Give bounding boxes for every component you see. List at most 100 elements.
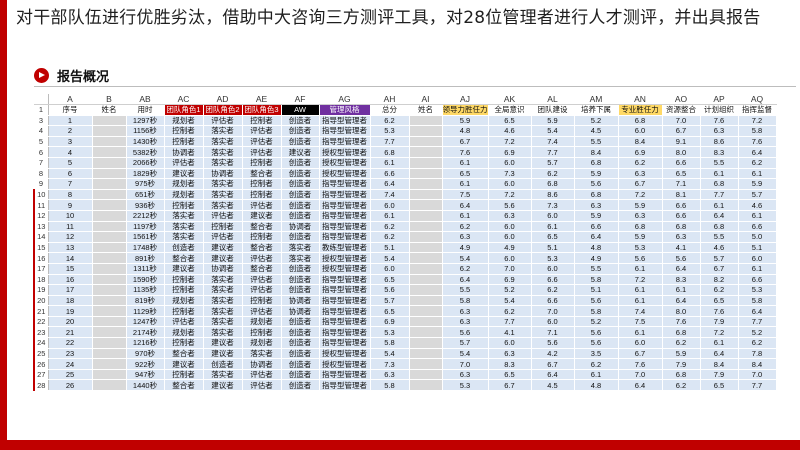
score-cell[interactable]: 7.2: [737, 114, 777, 127]
total-score-cell[interactable]: 5.7: [369, 294, 410, 307]
score-cell[interactable]: 7.6: [699, 305, 739, 317]
score-cell[interactable]: 5.4: [441, 347, 489, 360]
role2-cell[interactable]: 落实者: [202, 305, 243, 317]
score-cell[interactable]: 5.5: [573, 262, 619, 275]
name2-cell[interactable]: [408, 178, 443, 190]
score-cell[interactable]: 6.2: [737, 337, 777, 349]
serial-cell[interactable]: 23: [47, 347, 93, 360]
column-letter[interactable]: AI: [408, 94, 443, 105]
score-cell[interactable]: 6.7: [617, 178, 663, 190]
score-cell[interactable]: 5.6: [530, 337, 575, 349]
score-cell[interactable]: 5.6: [617, 252, 663, 264]
role3-cell[interactable]: 控制者: [241, 294, 282, 307]
time-cell[interactable]: 1247秒: [125, 315, 165, 328]
aw-cell[interactable]: 创造者: [280, 231, 320, 243]
score-cell[interactable]: 4.9: [487, 241, 532, 254]
score-cell[interactable]: 6.1: [617, 326, 663, 339]
score-cell[interactable]: 8.0: [661, 146, 701, 158]
score-cell[interactable]: 5.9: [617, 199, 663, 211]
total-score-cell[interactable]: 6.5: [369, 305, 410, 317]
name2-cell[interactable]: [408, 125, 443, 137]
name-cell[interactable]: [91, 188, 127, 201]
score-cell[interactable]: 6.7: [530, 358, 575, 370]
score-cell[interactable]: 7.0: [530, 305, 575, 317]
serial-cell[interactable]: 7: [47, 178, 93, 190]
name2-cell[interactable]: [408, 358, 443, 370]
score-cell[interactable]: 6.3: [441, 368, 489, 381]
name2-cell[interactable]: [408, 156, 443, 169]
total-score-cell[interactable]: 6.2: [369, 114, 410, 127]
name-cell[interactable]: [91, 231, 127, 243]
score-cell[interactable]: 8.6: [699, 135, 739, 148]
row-number[interactable]: 3: [33, 114, 49, 127]
aw-cell[interactable]: 创造者: [280, 368, 320, 381]
name2-cell[interactable]: [408, 146, 443, 158]
serial-cell[interactable]: 5: [47, 156, 93, 169]
score-cell[interactable]: 6.7: [441, 135, 489, 148]
role2-cell[interactable]: 落实者: [202, 135, 243, 148]
style-cell[interactable]: 授权型管理者: [318, 156, 371, 169]
total-score-cell[interactable]: 6.2: [369, 220, 410, 233]
role1-cell[interactable]: 落实者: [163, 209, 204, 222]
total-score-cell[interactable]: 6.3: [369, 368, 410, 381]
aw-cell[interactable]: 创造者: [280, 284, 320, 296]
score-cell[interactable]: 7.4: [530, 135, 575, 148]
serial-cell[interactable]: 4: [47, 146, 93, 158]
role1-cell[interactable]: 建议者: [163, 262, 204, 275]
score-cell[interactable]: 8.3: [661, 273, 701, 286]
serial-cell[interactable]: 9: [47, 199, 93, 211]
serial-cell[interactable]: 13: [47, 241, 93, 254]
role1-cell[interactable]: 评估者: [163, 315, 204, 328]
score-cell[interactable]: 7.6: [617, 358, 663, 370]
aw-cell[interactable]: 协调者: [280, 305, 320, 317]
role2-cell[interactable]: 落实者: [202, 368, 243, 381]
total-score-cell[interactable]: 5.3: [369, 326, 410, 339]
score-cell[interactable]: 6.3: [661, 231, 701, 243]
aw-cell[interactable]: 创造者: [280, 209, 320, 222]
time-cell[interactable]: 1156秒: [125, 125, 165, 137]
score-cell[interactable]: 6.4: [617, 379, 663, 392]
score-cell[interactable]: 7.0: [661, 114, 701, 127]
row-number[interactable]: 21: [33, 305, 49, 317]
role1-cell[interactable]: 落实者: [163, 220, 204, 233]
score-cell[interactable]: 5.9: [530, 114, 575, 127]
score-cell[interactable]: 4.6: [699, 241, 739, 254]
time-cell[interactable]: 1216秒: [125, 337, 165, 349]
total-score-cell[interactable]: 6.8: [369, 146, 410, 158]
role3-cell[interactable]: 评估者: [241, 368, 282, 381]
score-cell[interactable]: 5.8: [573, 273, 619, 286]
score-cell[interactable]: 7.2: [487, 135, 532, 148]
total-score-cell[interactable]: 5.1: [369, 241, 410, 254]
role2-cell[interactable]: 落实者: [202, 188, 243, 201]
name2-cell[interactable]: [408, 241, 443, 254]
name2-cell[interactable]: [408, 209, 443, 222]
role1-cell[interactable]: 整合者: [163, 252, 204, 264]
aw-cell[interactable]: 创造者: [280, 188, 320, 201]
column-letter[interactable]: AD: [202, 94, 243, 105]
time-cell[interactable]: 1197秒: [125, 220, 165, 233]
score-cell[interactable]: 6.1: [699, 337, 739, 349]
name2-cell[interactable]: [408, 114, 443, 127]
role1-cell[interactable]: 控制者: [163, 125, 204, 137]
serial-cell[interactable]: 25: [47, 368, 93, 381]
style-cell[interactable]: 授权型管理者: [318, 347, 371, 360]
score-cell[interactable]: 6.4: [573, 231, 619, 243]
score-cell[interactable]: 7.2: [617, 273, 663, 286]
name-cell[interactable]: [91, 125, 127, 137]
role3-cell[interactable]: 控制者: [241, 156, 282, 169]
score-cell[interactable]: 7.3: [487, 167, 532, 180]
score-cell[interactable]: 6.5: [441, 167, 489, 180]
serial-cell[interactable]: 18: [47, 294, 93, 307]
row-number[interactable]: 18: [33, 273, 49, 286]
name2-cell[interactable]: [408, 315, 443, 328]
row-number[interactable]: 24: [33, 337, 49, 349]
score-cell[interactable]: 6.8: [699, 220, 739, 233]
score-cell[interactable]: 6.6: [737, 220, 777, 233]
style-cell[interactable]: 指导型管理者: [318, 199, 371, 211]
role3-cell[interactable]: 评估者: [241, 146, 282, 158]
score-cell[interactable]: 6.8: [661, 368, 701, 381]
name-cell[interactable]: [91, 209, 127, 222]
score-cell[interactable]: 5.6: [573, 178, 619, 190]
name-cell[interactable]: [91, 241, 127, 254]
name-cell[interactable]: [91, 284, 127, 296]
